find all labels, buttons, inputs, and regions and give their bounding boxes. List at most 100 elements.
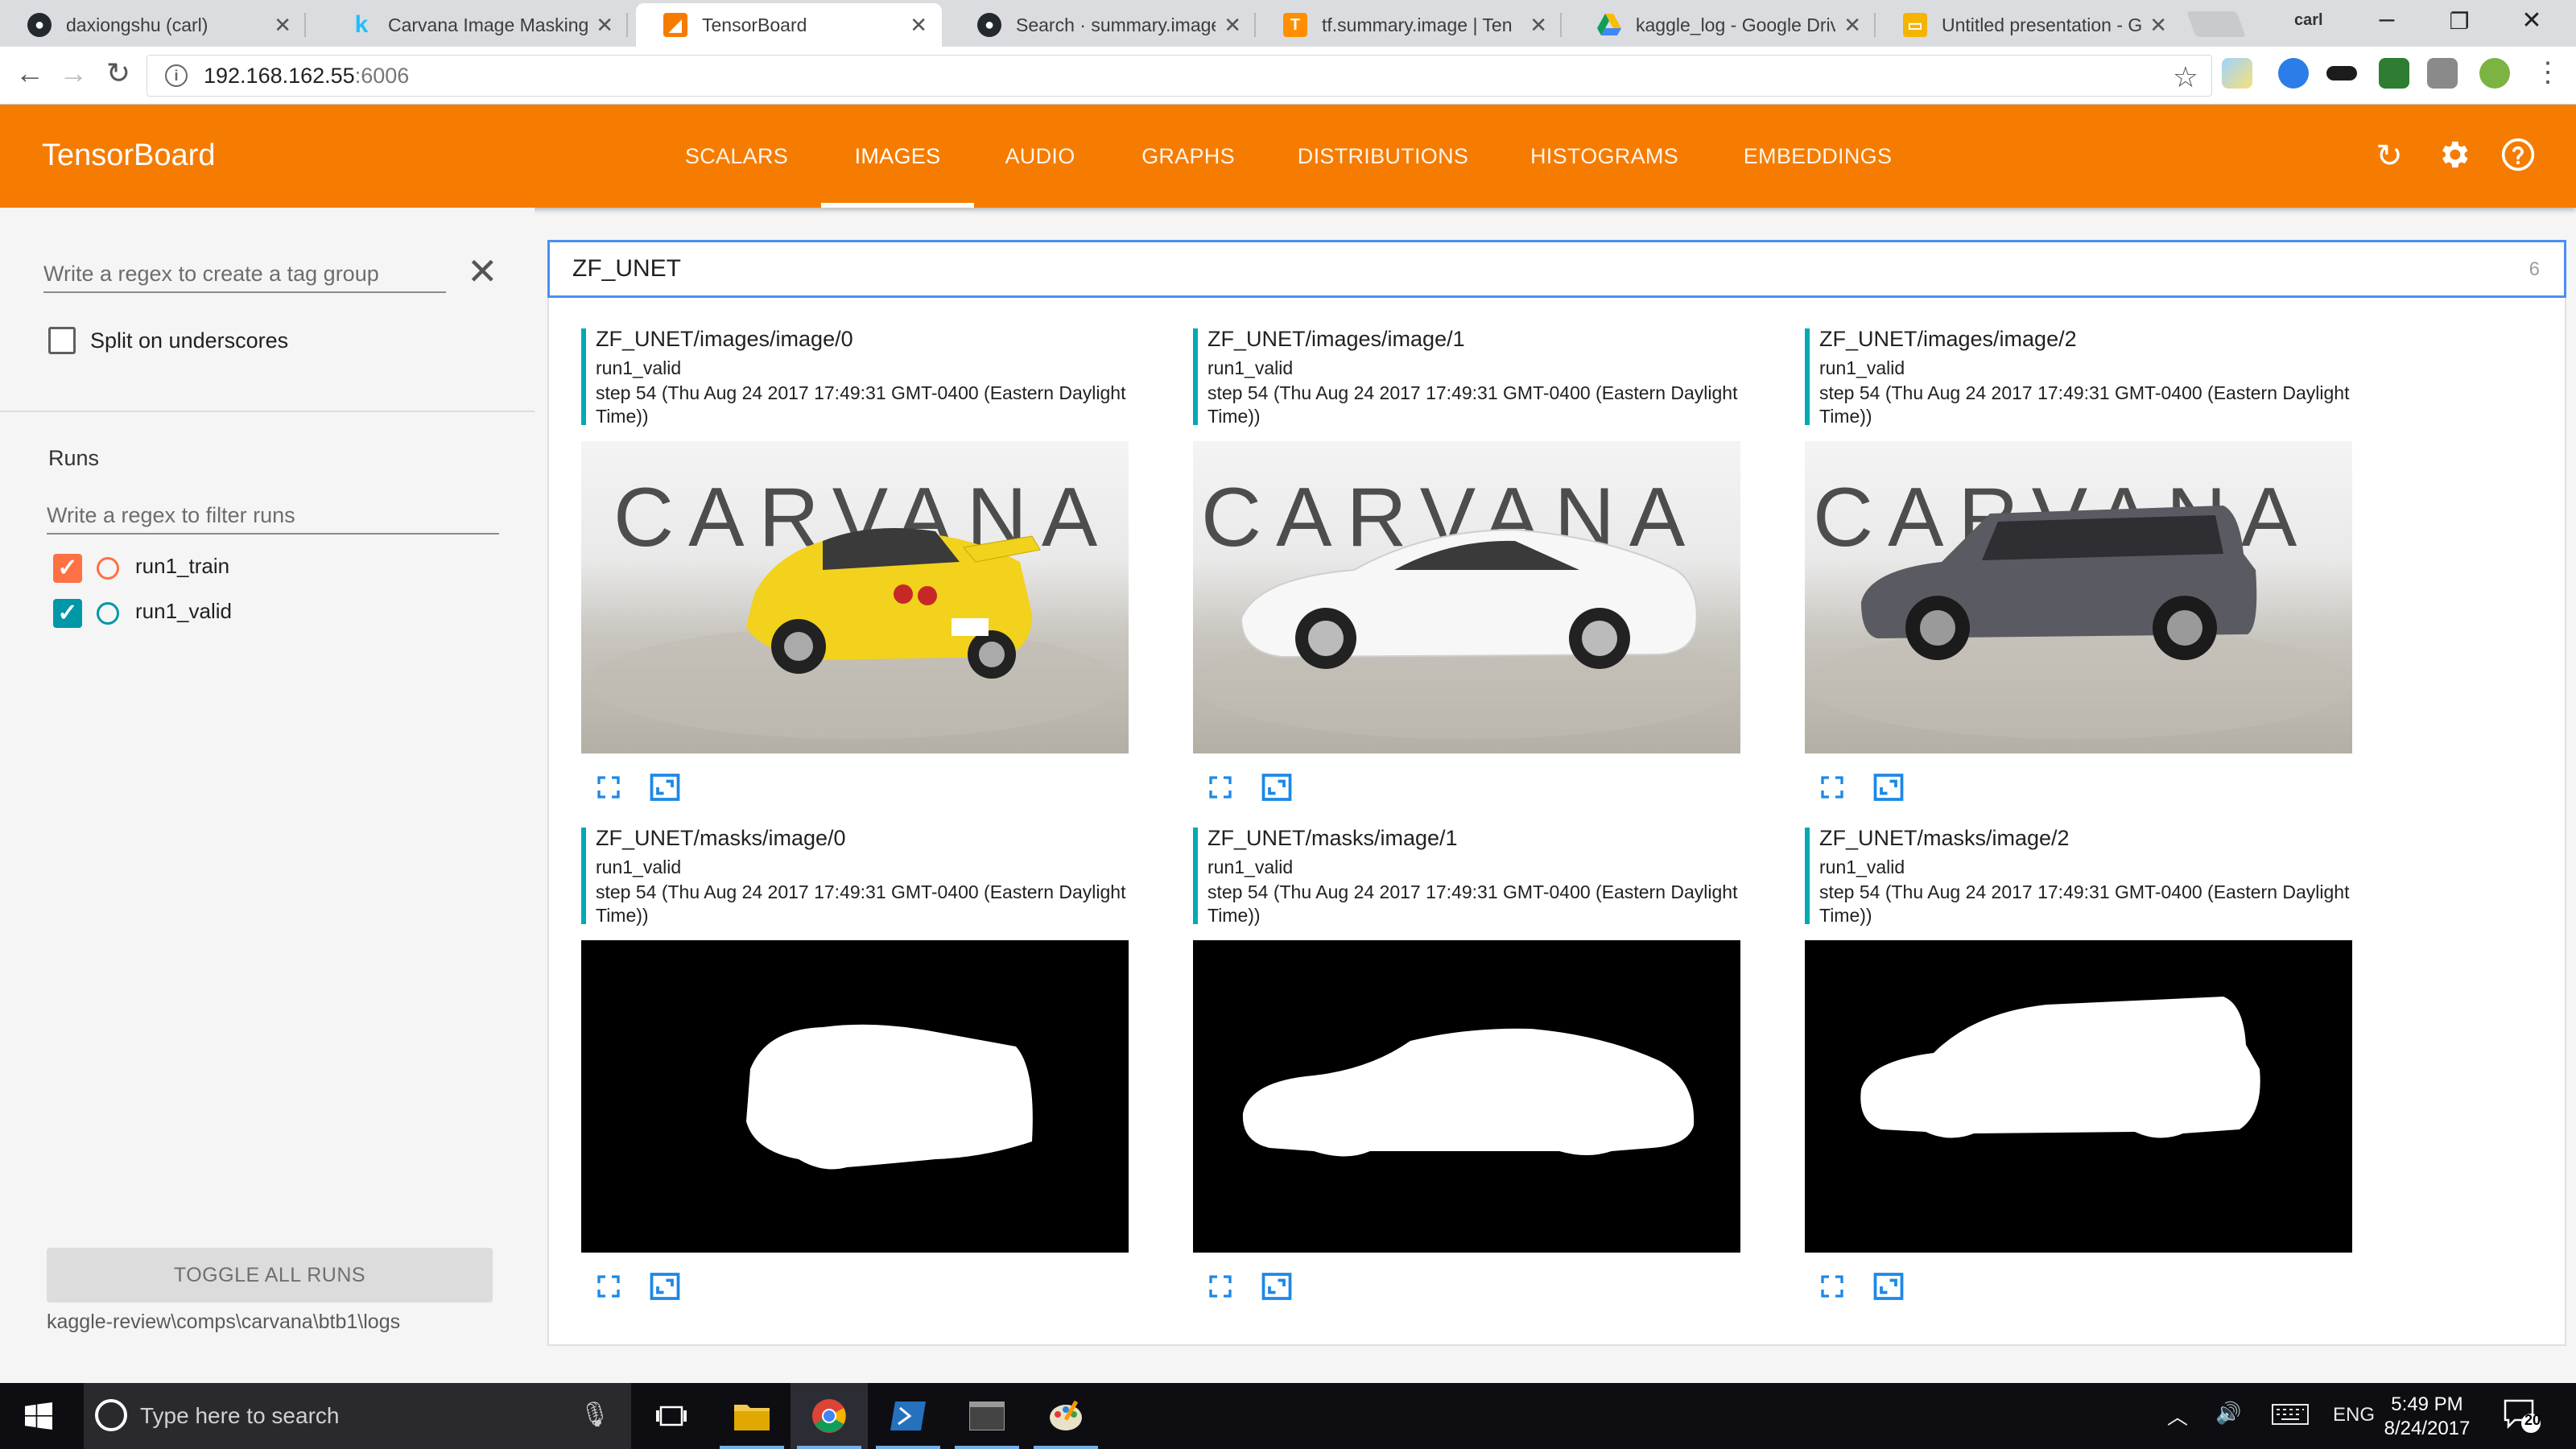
fullscreen-icon[interactable] bbox=[591, 770, 626, 805]
fullscreen-icon[interactable] bbox=[1203, 770, 1238, 805]
tab-embeddings[interactable]: EMBEDDINGS bbox=[1731, 105, 1905, 208]
car-mask-image[interactable] bbox=[1193, 940, 1740, 1253]
car-photo[interactable]: CARVANA bbox=[1193, 441, 1740, 753]
actual-size-icon[interactable] bbox=[1259, 770, 1294, 805]
close-tab-icon[interactable]: ✕ bbox=[596, 13, 613, 38]
clear-icon[interactable]: ✕ bbox=[467, 253, 498, 290]
fullscreen-icon[interactable] bbox=[1814, 770, 1850, 805]
tab-graphs[interactable]: GRAPHS bbox=[1124, 105, 1253, 208]
actual-size-icon[interactable] bbox=[647, 770, 683, 805]
bookmark-star-icon[interactable]: ☆ bbox=[2173, 60, 2198, 94]
taskbar-search-box[interactable]: Type here to search 🎙 bbox=[84, 1383, 631, 1449]
run-checkbox[interactable]: ✓ bbox=[53, 599, 82, 628]
close-tab-icon[interactable]: ✕ bbox=[1224, 13, 1241, 38]
powershell-icon[interactable] bbox=[869, 1383, 947, 1449]
runs-filter-input[interactable] bbox=[47, 497, 499, 535]
microphone-icon[interactable]: 🎙 bbox=[580, 1401, 610, 1429]
file-explorer-icon[interactable] bbox=[713, 1383, 791, 1449]
fullscreen-icon[interactable] bbox=[1814, 1269, 1850, 1304]
split-underscores-label: Split on underscores bbox=[90, 328, 289, 353]
tab-audio[interactable]: AUDIO bbox=[985, 105, 1095, 208]
image-card: ZF_UNET/images/image/0 run1_valid step 5… bbox=[581, 327, 1129, 819]
reload-icon[interactable]: ↻ bbox=[98, 56, 138, 90]
keyboard-icon[interactable] bbox=[2272, 1404, 2309, 1430]
taskbar-clock[interactable]: 5:49 PM 8/24/2017 bbox=[2367, 1393, 2487, 1441]
browser-tab[interactable]: ▭ Untitled presentation - G ✕ bbox=[1876, 3, 2182, 47]
help-icon[interactable] bbox=[2499, 137, 2537, 175]
actual-size-icon[interactable] bbox=[1871, 1269, 1906, 1304]
close-tab-icon[interactable]: ✕ bbox=[1530, 13, 1547, 38]
forward-icon[interactable]: → bbox=[53, 56, 93, 90]
extension-icon[interactable] bbox=[2479, 58, 2510, 89]
image-tag: ZF_UNET/masks/image/2 bbox=[1819, 826, 2070, 850]
volume-icon[interactable]: 🔊 bbox=[2215, 1401, 2241, 1426]
profile-name[interactable]: carl bbox=[2294, 11, 2323, 30]
toggle-all-runs-button[interactable]: TOGGLE ALL RUNS bbox=[47, 1248, 493, 1302]
extension-icon[interactable] bbox=[2326, 66, 2357, 80]
browser-tab-active[interactable]: ◢ TensorBoard ✕ bbox=[636, 3, 942, 47]
windows-start-icon[interactable] bbox=[0, 1383, 77, 1449]
run-color-dot[interactable] bbox=[97, 557, 119, 580]
close-tab-icon[interactable]: ✕ bbox=[2149, 13, 2167, 38]
car-mask-image[interactable] bbox=[1805, 940, 2352, 1253]
actual-size-icon[interactable] bbox=[1871, 770, 1906, 805]
notification-count: 20 bbox=[2524, 1412, 2541, 1428]
extension-icon[interactable] bbox=[2278, 58, 2309, 89]
tag-filter-value: ZF_UNET bbox=[572, 255, 681, 282]
site-info-icon[interactable]: i bbox=[165, 64, 188, 87]
actual-size-icon[interactable] bbox=[1259, 1269, 1294, 1304]
browser-tab[interactable]: ● Search · summary.image ✕ bbox=[950, 3, 1256, 47]
tensorboard-icon: ◢ bbox=[663, 13, 687, 37]
restore-icon[interactable]: ❐ bbox=[2423, 8, 2496, 35]
terminal-icon[interactable] bbox=[948, 1383, 1026, 1449]
run-color-bar bbox=[1193, 828, 1198, 924]
close-window-icon[interactable]: ✕ bbox=[2496, 6, 2568, 35]
image-run: run1_valid bbox=[1819, 357, 1905, 378]
extension-icon[interactable] bbox=[2379, 58, 2409, 89]
tab-distributions[interactable]: DISTRIBUTIONS bbox=[1285, 105, 1481, 208]
split-underscores-checkbox[interactable] bbox=[48, 327, 76, 354]
run-color-dot[interactable] bbox=[97, 602, 119, 625]
show-hidden-icons-chevron-icon[interactable]: ︿ bbox=[2167, 1401, 2188, 1430]
refresh-icon[interactable]: ↻ bbox=[2370, 137, 2409, 175]
car-photo[interactable]: CARVANA bbox=[581, 441, 1129, 753]
address-bar[interactable]: i 192.168.162.55:6006 ☆ bbox=[147, 55, 2212, 97]
browser-tab[interactable]: ● daxiongshu (carl) ✕ bbox=[0, 3, 306, 47]
image-run: run1_valid bbox=[1208, 857, 1294, 877]
image-card: ZF_UNET/masks/image/2 run1_valid step 54… bbox=[1805, 826, 2352, 1319]
image-tag: ZF_UNET/masks/image/0 bbox=[596, 826, 846, 850]
minimize-icon[interactable]: – bbox=[2351, 3, 2423, 35]
actual-size-icon[interactable] bbox=[647, 1269, 683, 1304]
browser-tab[interactable]: kaggle_log - Google Driv ✕ bbox=[1570, 3, 1876, 47]
close-tab-icon[interactable]: ✕ bbox=[910, 13, 927, 38]
image-actions bbox=[1814, 770, 1927, 805]
action-center-icon[interactable]: 20 bbox=[2504, 1397, 2541, 1439]
tab-histograms[interactable]: HISTOGRAMS bbox=[1513, 105, 1695, 208]
close-tab-icon[interactable]: ✕ bbox=[1843, 13, 1861, 38]
chrome-menu-icon[interactable]: ⋮ bbox=[2528, 56, 2568, 89]
paint-icon[interactable] bbox=[1027, 1383, 1104, 1449]
browser-tab[interactable]: k Carvana Image Masking ✕ bbox=[322, 3, 628, 47]
taskbar-search-placeholder: Type here to search bbox=[140, 1403, 340, 1428]
task-view-icon[interactable] bbox=[633, 1383, 710, 1449]
car-mask-image[interactable] bbox=[581, 940, 1129, 1253]
fullscreen-icon[interactable] bbox=[1203, 1269, 1238, 1304]
car-photo[interactable]: CARVANA bbox=[1805, 441, 2352, 753]
extension-icon[interactable] bbox=[2427, 58, 2458, 89]
tab-scalars[interactable]: SCALARS bbox=[665, 105, 808, 208]
run-color-bar bbox=[1193, 328, 1198, 425]
browser-tab[interactable]: T tf.summary.image | Ten ✕ bbox=[1256, 3, 1562, 47]
tag-group-regex-input[interactable] bbox=[43, 256, 446, 293]
run-checkbox[interactable]: ✓ bbox=[53, 554, 82, 583]
fullscreen-icon[interactable] bbox=[591, 1269, 626, 1304]
back-icon[interactable]: ← bbox=[10, 56, 50, 90]
close-tab-icon[interactable]: ✕ bbox=[274, 13, 291, 38]
tab-images[interactable]: IMAGES bbox=[821, 105, 974, 208]
chrome-icon[interactable] bbox=[791, 1383, 868, 1449]
clock-time: 5:49 PM bbox=[2391, 1393, 2463, 1415]
settings-gear-icon[interactable] bbox=[2434, 137, 2473, 175]
extension-icon[interactable] bbox=[2222, 58, 2252, 89]
tag-filter-input[interactable]: ZF_UNET 6 bbox=[547, 240, 2566, 298]
image-step: step 54 (Thu Aug 24 2017 17:49:31 GMT-04… bbox=[1819, 881, 2350, 926]
new-tab-button[interactable] bbox=[2186, 11, 2246, 37]
